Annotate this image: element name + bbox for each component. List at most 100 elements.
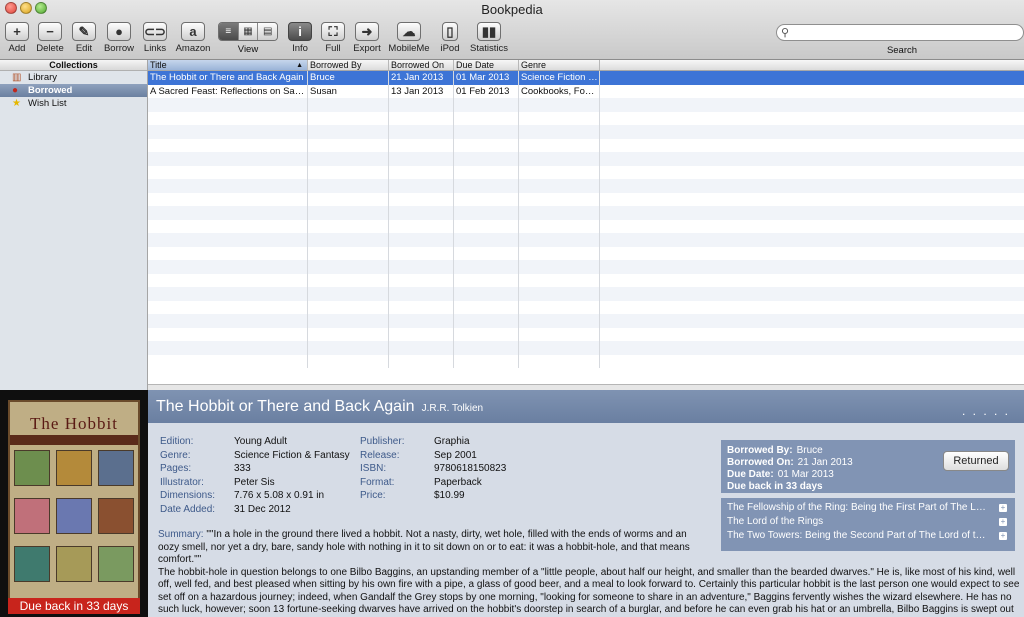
detail-fields-left: Edition: Young Adult Genre: Science Fictio…: [160, 435, 350, 516]
search-label: Search: [886, 45, 918, 56]
view-mode-control: ≡ ▦ ▤: [218, 22, 278, 41]
summary-body: The hobbit-hole in question belongs to o…: [158, 566, 1020, 617]
add-icon[interactable]: +: [999, 518, 1007, 526]
due-date-value: 01 Mar 2013: [777, 469, 834, 480]
sidebar-item-wish-list[interactable]: ★ Wish List: [0, 97, 147, 110]
borrowed-on-value: 21 Jan 2013: [797, 457, 853, 468]
cell-genre: Science Fiction & Fantasy: [519, 71, 600, 85]
field-value: Peter Sis: [234, 476, 275, 488]
field-value: Sep 2001: [434, 449, 477, 461]
add-icon[interactable]: +: [999, 504, 1007, 512]
field-value: 333: [234, 463, 251, 474]
returned-button[interactable]: Returned: [943, 451, 1009, 471]
borrowed-by-value: Bruce: [796, 445, 823, 456]
person-icon: ●: [107, 22, 131, 41]
cell-due-date: 01 Feb 2013: [454, 84, 519, 98]
summary-text: Summary: ""In a hole in the ground there…: [158, 529, 1020, 617]
rating-dots[interactable]: . . . . .: [962, 404, 1010, 418]
ipod-button[interactable]: ▯ iPod: [428, 22, 472, 54]
column-genre[interactable]: Genre: [519, 60, 600, 70]
field-value: 7.76 x 5.08 x 0.91 in: [234, 490, 325, 501]
book-cover-image: The Hobbit: [8, 400, 140, 600]
sort-ascending-icon: ▲: [296, 62, 303, 69]
field-label: Format:: [360, 476, 395, 488]
field-value: Paperback: [434, 476, 482, 488]
field-value: Graphia: [434, 436, 470, 447]
star-icon: ★: [12, 98, 21, 109]
pencil-icon: ✎: [72, 22, 96, 41]
table-row[interactable]: A Sacred Feast: Reflections on Sacred Je…: [148, 84, 1024, 98]
collections-header: Collections: [0, 60, 147, 71]
cover-title: The Hobbit: [30, 414, 118, 433]
summary-quote: ""In a hole in the ground there lived a …: [158, 529, 690, 565]
table-header: Title ▲ Borrowed By Borrowed On Due Date…: [148, 60, 1024, 71]
column-title[interactable]: Title ▲: [148, 60, 308, 70]
book-author: J.R.R. Tolkien: [421, 403, 484, 414]
cell-borrowed-on: 13 Jan 2013: [389, 84, 454, 98]
detail-fields-right: Publisher: Graphia Release: Sep 2001 ISBN:…: [360, 435, 506, 503]
sidebar-item-borrowed[interactable]: ● Borrowed: [0, 84, 147, 97]
column-borrowed-on[interactable]: Borrowed On: [389, 60, 454, 70]
field-value: Young Adult: [234, 436, 288, 447]
field-label: Genre:: [160, 449, 191, 461]
info-icon: i: [288, 22, 312, 41]
grid-view-icon[interactable]: ▦: [238, 23, 259, 40]
plus-icon: +: [5, 22, 29, 41]
toolbar: Bookpedia + Add − Delete ✎ Edit ● Borrow…: [0, 0, 1024, 60]
borrowed-on-label: Borrowed On:: [727, 457, 794, 468]
minus-icon: −: [38, 22, 62, 41]
field-value: 9780618150823: [434, 463, 507, 474]
search-icon: ⚲: [781, 27, 790, 39]
due-banner: Due back in 33 days: [8, 598, 140, 614]
search-input[interactable]: [776, 24, 1024, 41]
person-icon: ●: [12, 85, 19, 96]
due-date-label: Due Date:: [727, 469, 774, 480]
mobileme-button[interactable]: ☁ MobileMe: [387, 22, 431, 54]
export-button[interactable]: ➜ Export: [345, 22, 389, 54]
cell-due-date: 01 Mar 2013: [454, 71, 519, 85]
sidebar-item-library[interactable]: ▥ Library: [0, 71, 147, 84]
borrowed-books-table: Title ▲ Borrowed By Borrowed On Due Date…: [148, 60, 1024, 384]
cell-title: The Hobbit or There and Back Again: [148, 71, 308, 85]
detail-header: The Hobbit or There and Back Again J.R.R…: [148, 390, 1024, 423]
table-row[interactable]: The Hobbit or There and Back Again Bruce…: [148, 71, 1024, 85]
summary-label: Summary:: [158, 529, 204, 540]
cell-genre: Cookbooks, Food & Wine: [519, 84, 600, 98]
series-link[interactable]: The Lord of the Rings +: [727, 515, 1009, 529]
field-label: Date Added:: [160, 503, 216, 515]
amazon-icon: a: [181, 22, 205, 41]
field-label: Edition:: [160, 436, 194, 447]
book-title: The Hobbit or There and Back Again: [156, 398, 415, 415]
statistics-button[interactable]: ▮▮ Statistics: [467, 22, 511, 54]
cell-borrowed-on: 21 Jan 2013: [389, 71, 454, 85]
cloud-icon: ☁: [397, 22, 421, 41]
cell-borrowed-by: Susan: [308, 84, 389, 98]
field-label: Release:: [360, 449, 400, 461]
field-label: Dimensions:: [160, 490, 216, 501]
field-label: Pages:: [160, 463, 192, 474]
column-due-date[interactable]: Due Date: [454, 60, 519, 70]
loan-info-box: Borrowed By: Bruce Borrowed On: 21 Jan 201…: [721, 440, 1015, 493]
chain-icon: ⊂⊃: [143, 22, 167, 41]
shelf-view-icon[interactable]: ▤: [258, 23, 277, 40]
column-borrowed-by[interactable]: Borrowed By: [308, 60, 389, 70]
cell-title: A Sacred Feast: Reflections on Sacred Je…: [150, 84, 308, 98]
field-label: ISBN:: [360, 463, 387, 474]
cell-borrowed-by: Bruce: [308, 71, 389, 85]
field-value: Science Fiction & Fantasy: [234, 449, 350, 461]
bar-chart-icon: ▮▮: [477, 22, 501, 41]
collections-sidebar: Collections ▥ Library ● Borrowed ★ Wish Lis…: [0, 60, 148, 390]
books-icon: ▥: [12, 72, 22, 83]
fullscreen-icon: ⛶: [321, 22, 345, 41]
field-label: Price:: [360, 490, 386, 501]
series-link[interactable]: The Fellowship of the Ring: Being the Fi…: [727, 501, 1009, 515]
field-label: Illustrator:: [160, 476, 204, 488]
amazon-button[interactable]: a Amazon: [171, 22, 215, 54]
list-view-icon[interactable]: ≡: [219, 23, 239, 40]
window-title: Bookpedia: [481, 2, 543, 17]
borrowed-by-label: Borrowed By:: [727, 445, 793, 456]
field-value: $10.99: [434, 490, 465, 501]
field-label: Publisher:: [360, 436, 405, 447]
due-back-text: Due back in 33 days: [727, 481, 823, 492]
column-filler: [600, 60, 1024, 70]
